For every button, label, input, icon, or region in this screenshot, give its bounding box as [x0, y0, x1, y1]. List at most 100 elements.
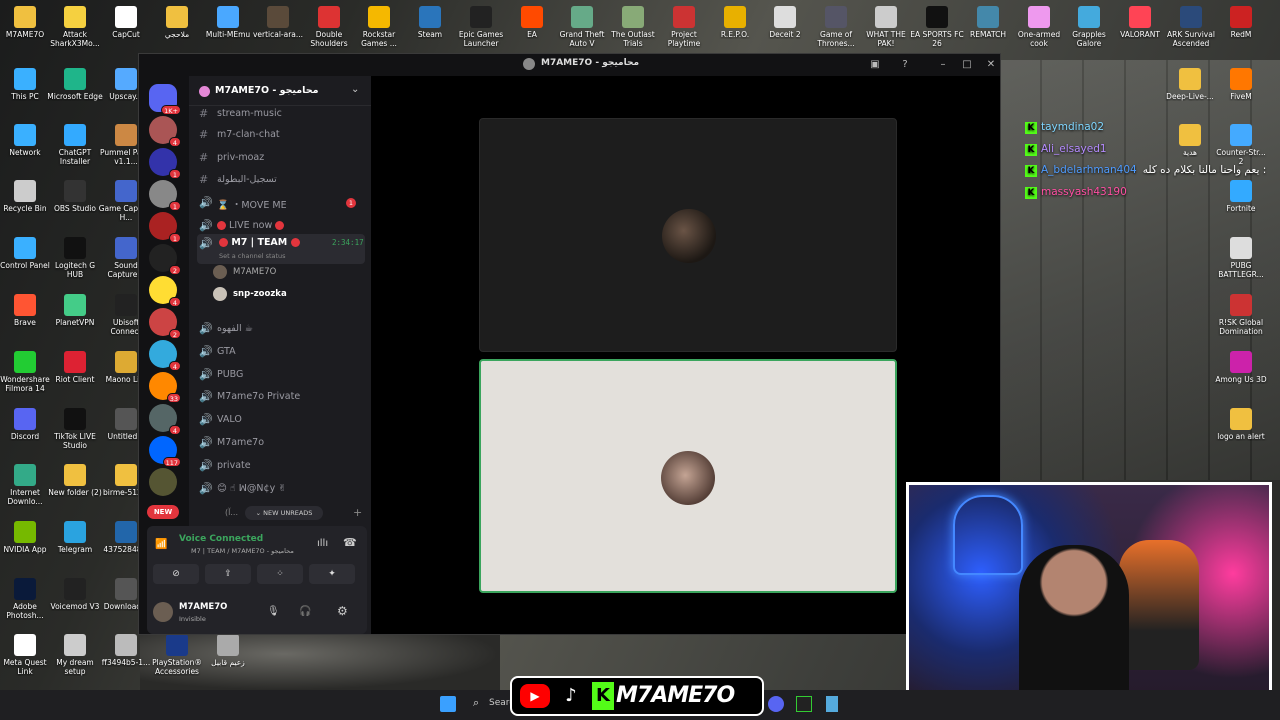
- title-bar[interactable]: M7AME7O - محاميجو ▣ ? – □ ✕: [139, 54, 1000, 76]
- desktop-icon[interactable]: PlayStation® Accessories: [149, 628, 205, 684]
- desktop-icon[interactable]: Epic Games Launcher: [453, 0, 509, 56]
- desktop-icon[interactable]: Control Panel: [0, 231, 53, 287]
- server-icon[interactable]: 4: [149, 116, 181, 147]
- desktop-icon[interactable]: PlanetVPN: [47, 288, 103, 344]
- channel-item[interactable]: # priv-moaz: [197, 148, 365, 168]
- minimize-button[interactable]: –: [935, 57, 951, 73]
- desktop-icon[interactable]: Among Us 3D: [1213, 345, 1269, 401]
- inbox-icon[interactable]: ▣: [867, 57, 883, 73]
- close-button[interactable]: ✕: [983, 57, 999, 73]
- server-icon[interactable]: [149, 468, 177, 496]
- channel-m7-team[interactable]: 🔊 M7 | TEAM 2:34:17 Set a channel status: [197, 234, 365, 264]
- desktop-icon[interactable]: Wondershare Filmora 14: [0, 345, 53, 401]
- desktop-icon[interactable]: Multi-MEmu: [200, 0, 256, 56]
- channel-item[interactable]: 🔊 😊 ☝ ꟽ@N¢y ✌: [197, 479, 365, 499]
- terminal-taskbar-icon[interactable]: [796, 696, 812, 712]
- desktop-icon[interactable]: M7AME7O: [0, 0, 53, 56]
- server-header[interactable]: M7AME7O - محاميجو ⌄: [189, 76, 371, 106]
- desktop-icon[interactable]: Voicemod V3: [47, 572, 103, 628]
- desktop-icon[interactable]: This PC: [0, 62, 53, 118]
- screenshare-button[interactable]: ⇪: [205, 564, 251, 584]
- desktop-icon[interactable]: Internet Downlo...: [0, 458, 53, 514]
- server-icon[interactable]: 4: [149, 340, 181, 371]
- microphone-icon[interactable]: 🎙: [267, 606, 280, 617]
- desktop-icon[interactable]: زعيم قابيل: [200, 628, 256, 684]
- server-icon[interactable]: 2: [149, 308, 181, 339]
- chevron-down-icon[interactable]: ⌄: [351, 84, 359, 95]
- desktop-icon[interactable]: REMATCH: [960, 0, 1016, 56]
- server-icon[interactable]: 4: [149, 276, 181, 307]
- desktop-icon[interactable]: RedM: [1213, 0, 1269, 56]
- start-button[interactable]: [440, 696, 456, 712]
- desktop-icon[interactable]: CapCut: [98, 0, 154, 56]
- participant-tile[interactable]: [479, 118, 897, 352]
- server-icon[interactable]: 33: [149, 372, 181, 403]
- channel-item[interactable]: 🔊 GTA: [197, 342, 365, 362]
- partial-channel[interactable]: (آ...: [225, 508, 238, 517]
- desktop-icon[interactable]: Riot Client: [47, 345, 103, 401]
- desktop-icon[interactable]: Brave: [0, 288, 53, 344]
- desktop-icon[interactable]: WHAT THE PAK!: [858, 0, 914, 56]
- channel-item[interactable]: 🔊 VALO: [197, 410, 365, 430]
- desktop-icon[interactable]: ChatGPT Installer: [47, 118, 103, 174]
- desktop-icon[interactable]: Attack SharkX3Mo...: [47, 0, 103, 56]
- desktop-icon[interactable]: Project Playtime: [656, 0, 712, 56]
- new-unreads-banner[interactable]: ⌄ NEW UNREADS: [245, 506, 323, 520]
- channel-item[interactable]: 🔊 ⌛ ・MOVE ME 1: [197, 193, 365, 213]
- desktop-icon[interactable]: OBS Studio: [47, 174, 103, 230]
- desktop-icon[interactable]: Fortnite: [1213, 174, 1269, 230]
- desktop-icon[interactable]: ff3494b5-1...: [98, 628, 154, 684]
- desktop-icon[interactable]: Telegram: [47, 515, 103, 571]
- notepad-taskbar-icon[interactable]: [826, 696, 838, 712]
- desktop-icon[interactable]: logo an alert: [1213, 402, 1269, 458]
- channel-item[interactable]: 🔊 PUBG: [197, 365, 365, 385]
- desktop-icon[interactable]: Meta Quest Link: [0, 628, 53, 684]
- desktop-icon[interactable]: FiveM: [1213, 62, 1269, 118]
- desktop-icon[interactable]: One-armed cook: [1011, 0, 1067, 56]
- desktop-icon[interactable]: Deceit 2: [757, 0, 813, 56]
- add-icon[interactable]: +: [353, 506, 362, 519]
- gear-icon[interactable]: ⚙: [337, 604, 348, 618]
- server-icon[interactable]: 1: [149, 180, 181, 211]
- desktop-icon[interactable]: Recycle Bin: [0, 174, 53, 230]
- voice-channel-path[interactable]: M7 | TEAM / M7AME7O - محاميجو: [191, 547, 311, 555]
- desktop-icon[interactable]: EA SPORTS FC 26: [909, 0, 965, 56]
- maximize-button[interactable]: □: [959, 57, 975, 73]
- channel-item[interactable]: 🔊 M7ame7o: [197, 433, 365, 453]
- desktop-icon[interactable]: The Outlast Trials: [605, 0, 661, 56]
- desktop-icon[interactable]: ARK Survival Ascended: [1163, 0, 1219, 56]
- server-icon[interactable]: 1: [149, 212, 181, 243]
- activities-button[interactable]: ⁘: [257, 564, 303, 584]
- desktop-icon[interactable]: R!SK Global Domination: [1213, 288, 1269, 344]
- desktop-icon[interactable]: Network: [0, 118, 53, 174]
- waveform-icon[interactable]: ıllı: [317, 538, 328, 549]
- desktop-icon[interactable]: Microsoft Edge: [47, 62, 103, 118]
- desktop-icon[interactable]: Double Shoulders: [301, 0, 357, 56]
- desktop-icon[interactable]: EA: [504, 0, 560, 56]
- desktop-icon[interactable]: ملاحجي: [149, 0, 205, 56]
- disconnect-icon[interactable]: ☎: [343, 536, 357, 549]
- avatar[interactable]: [153, 602, 173, 622]
- desktop-icon[interactable]: Grapples Galore: [1061, 0, 1117, 56]
- discord-window[interactable]: M7AME7O - محاميجو ▣ ? – □ ✕ NEW 1K+ 4 1 1 1 2…: [138, 53, 1001, 635]
- desktop-icon[interactable]: Adobe Photosh...: [0, 572, 53, 628]
- new-pill[interactable]: NEW: [147, 505, 179, 519]
- help-icon[interactable]: ?: [897, 57, 913, 73]
- desktop-icon[interactable]: Discord: [0, 402, 53, 458]
- channel-item[interactable]: 🔊 LIVE now: [197, 216, 365, 236]
- channel-item[interactable]: 🔊 private: [197, 456, 365, 476]
- desktop-icon[interactable]: TikTok LIVE Studio: [47, 402, 103, 458]
- soundboard-button[interactable]: ✦: [309, 564, 355, 584]
- channel-item[interactable]: 🔊 M7ame7o Private: [197, 387, 365, 407]
- desktop-icon[interactable]: PUBG BATTLEGR...: [1213, 231, 1269, 287]
- channel-status[interactable]: Set a channel status: [219, 252, 286, 260]
- server-icon[interactable]: 2: [149, 244, 181, 275]
- server-icon[interactable]: 4: [149, 404, 181, 435]
- desktop-icon[interactable]: Grand Theft Auto V: [554, 0, 610, 56]
- channel-item[interactable]: 🔊 الفهوه ☕: [197, 319, 365, 339]
- desktop-icon[interactable]: vertical-ara...: [250, 0, 306, 56]
- desktop-icon[interactable]: Game of Thrones...: [808, 0, 864, 56]
- channel-item[interactable]: # تسجيل-البطولة: [197, 170, 365, 190]
- server-icon[interactable]: 1: [149, 148, 181, 179]
- server-icon[interactable]: 1K+: [149, 84, 181, 115]
